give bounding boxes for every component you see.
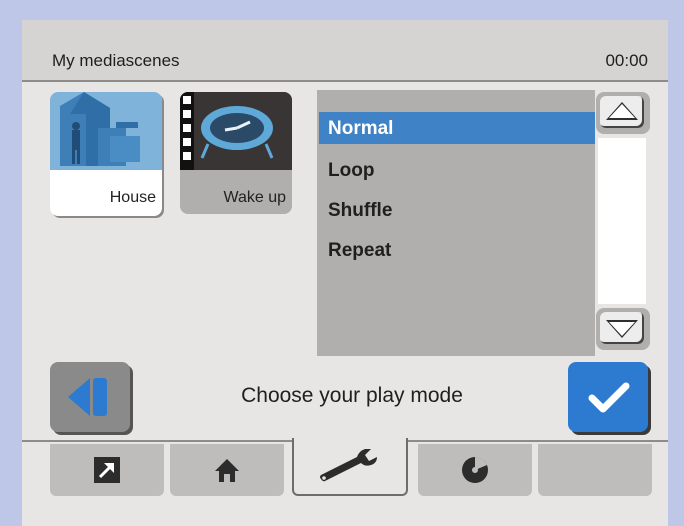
tab-shortcuts[interactable]: [50, 444, 164, 496]
device-screen: My mediascenes 00:00 House Wake up Norma…: [22, 20, 668, 526]
tab-empty: [538, 444, 652, 496]
scroll-up-button[interactable]: [596, 92, 650, 134]
scene-tile-house[interactable]: House: [50, 92, 162, 216]
media-disc-icon: [462, 457, 488, 483]
tab-home[interactable]: [170, 444, 284, 496]
scrollbar-track[interactable]: [598, 138, 646, 304]
list-item-shuffle[interactable]: Shuffle: [319, 194, 595, 226]
scroll-down-button[interactable]: [596, 308, 650, 350]
confirm-button[interactable]: [568, 362, 648, 432]
scene-tile-wake-up[interactable]: Wake up: [180, 92, 292, 214]
shortcut-arrow-icon: [94, 457, 120, 483]
list-item-loop[interactable]: Loop: [319, 154, 595, 186]
tab-settings[interactable]: [292, 438, 408, 496]
house-icon: [50, 92, 162, 170]
previous-icon: [68, 378, 107, 416]
checkmark-icon: [588, 382, 630, 413]
triangle-up-icon: [606, 102, 638, 120]
tab-media[interactable]: [418, 444, 532, 496]
wrench-icon: [320, 449, 377, 482]
back-button[interactable]: [50, 362, 130, 432]
scene-label-wake-up: Wake up: [223, 189, 286, 206]
prompt-text: Choose your play mode: [241, 384, 463, 407]
list-item-repeat[interactable]: Repeat: [319, 234, 595, 266]
play-mode-list: Normal Loop Shuffle Repeat: [317, 90, 595, 356]
home-icon: [215, 459, 239, 482]
list-item-normal[interactable]: Normal: [319, 112, 595, 144]
page-title: My mediascenes: [52, 51, 180, 70]
triangle-down-icon: [606, 320, 638, 338]
scene-label-house: House: [109, 189, 156, 206]
header-bar: My mediascenes 00:00: [22, 20, 668, 82]
alarm-clock-icon: [180, 92, 292, 170]
clock: 00:00: [605, 51, 648, 70]
